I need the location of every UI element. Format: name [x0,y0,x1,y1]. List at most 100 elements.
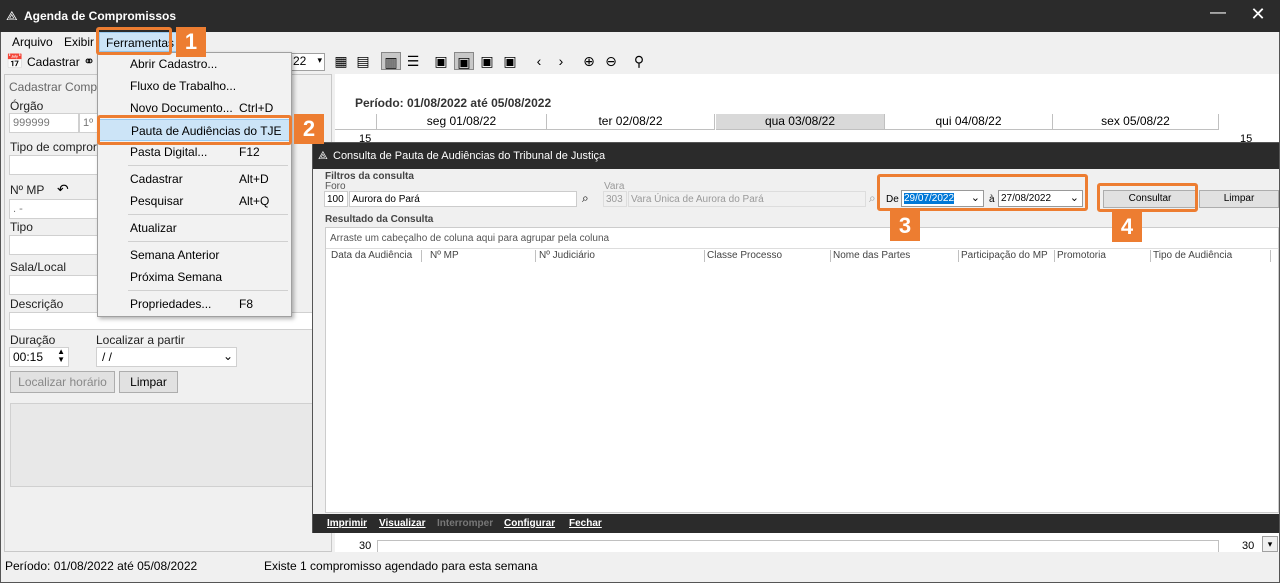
chevron-down-icon[interactable]: ⌄ [223,349,233,363]
menu-arquivo[interactable]: Arquivo [12,35,53,49]
zoom-in-icon[interactable]: ⊕ [579,52,599,70]
calendar-7-icon[interactable]: ▣ [477,52,497,70]
col-data-audiencia[interactable]: Data da Audiência [329,250,422,262]
menu-separator [128,214,288,215]
resultado-label: Resultado da Consulta [325,214,434,225]
filter-icon[interactable]: ⚲ [629,52,649,70]
highlight-box-4 [1097,183,1198,212]
app-logo-icon: ⟁ [6,8,18,23]
menu-item-label: Fluxo de Trabalho... [130,79,237,93]
duracao-label: Duração [10,333,56,347]
foro-search-icon[interactable]: ⌕ [582,191,589,206]
annotation-1: 1 [176,27,206,57]
undo-icon[interactable]: ↶ [57,181,69,198]
descricao-label: Descrição [10,297,64,311]
tipo-label: Tipo [10,220,33,234]
prev-icon[interactable]: ‹ [529,52,549,70]
menu-item-label: Propriedades... [130,297,212,311]
week-view-icon[interactable]: ▤ [353,52,373,70]
cadastrar-button[interactable]: Cadastrar [27,55,80,69]
minimize-icon[interactable]: — [1208,4,1228,22]
vara-name-field[interactable]: Vara Única de Aurora do Pará [628,191,866,207]
binoculars-icon[interactable]: ⚭ [79,52,99,70]
tipo-compromisso-field[interactable] [9,155,101,175]
menu-separator [128,241,288,242]
combo-arrow-icon: ▾ [317,55,322,65]
fechar-button[interactable]: Fechar [569,514,602,533]
annotation-2: 2 [294,114,324,144]
day-header-thu[interactable]: qui 04/08/22 [885,114,1053,130]
interromper-button[interactable]: Interromper [437,514,493,533]
next-icon[interactable]: › [551,52,571,70]
results-area [10,403,315,487]
col-promotoria[interactable]: Promotoria [1055,250,1151,262]
list-view-icon[interactable]: ☰ [403,52,423,70]
foro-code-field[interactable]: 100 [324,191,348,207]
localizar-date-value: / / [102,350,113,364]
col-n-mp[interactable]: Nº MP [428,250,536,262]
calendar-1-icon[interactable]: ▣ [431,52,451,70]
col-tipo-audiencia[interactable]: Tipo de Audiência [1151,250,1271,262]
day-header-fri[interactable]: sex 05/08/22 [1053,114,1219,130]
calendar-add-icon[interactable]: 📅 [5,52,25,70]
highlight-box-1 [96,27,172,55]
day-header-tue[interactable]: ter 02/08/22 [547,114,715,130]
vara-search-icon[interactable]: ⌕ [869,191,876,206]
menu-fluxo-trabalho[interactable]: Fluxo de Trabalho... [99,75,290,97]
configurar-button[interactable]: Configurar [504,514,555,533]
day-view-icon[interactable]: ▦ [331,52,351,70]
calendar-5-icon[interactable]: ▣ [454,52,474,70]
calendar-30-icon[interactable]: ▣ [500,52,520,70]
grid-divider [326,248,1278,249]
zoom-out-icon[interactable]: ⊖ [601,52,621,70]
localizar-horario-button[interactable]: Localizar horário [10,371,115,393]
foro-name-field[interactable]: Aurora do Pará [349,191,577,207]
col-nome-partes[interactable]: Nome das Partes [831,250,959,262]
window-title: Agenda de Compromissos [24,9,177,23]
imprimir-button[interactable]: Imprimir [327,514,367,533]
menu-propriedades[interactable]: Propriedades... F8 [99,293,290,315]
date-combo[interactable]: 22 ▾ [289,53,325,71]
results-grid: Arraste um cabeçalho de coluna aqui para… [325,227,1279,513]
day-header-wed[interactable]: qua 03/08/22 [716,114,885,130]
dialog-footer: Imprimir Visualizar Interromper Configur… [313,514,1279,533]
visualizar-button[interactable]: Visualizar [379,514,426,533]
dialog-limpar-button[interactable]: Limpar [1199,190,1279,208]
dialog-logo-icon: ⟁ [318,150,328,162]
menu-semana-anterior[interactable]: Semana Anterior [99,244,290,266]
calendar-slot-row[interactable] [377,540,1219,552]
annotation-3: 3 [890,211,920,241]
menu-item-label: Semana Anterior [130,248,220,262]
menu-pesquisar[interactable]: Pesquisar Alt+Q [99,190,290,212]
localizar-label: Localizar a partir [96,333,185,347]
status-message: Existe 1 compromisso agendado para esta … [264,559,538,573]
highlight-box-3 [877,174,1088,211]
close-icon[interactable]: ✕ [1248,4,1268,25]
col-n-judiciario[interactable]: Nº Judiciário [537,250,705,262]
sala-field[interactable] [9,275,101,295]
localizar-date-field[interactable]: / / ⌄ [96,347,237,367]
menu-item-label: Cadastrar [130,172,183,186]
menu-cadastrar[interactable]: Cadastrar Alt+D [99,168,290,190]
menu-item-label: Pesquisar [130,194,184,208]
orgao-code-field[interactable]: 999999 [9,113,79,133]
limpar-button[interactable]: Limpar [119,371,178,393]
menu-exibir[interactable]: Exibir [64,35,94,49]
col-classe-processo[interactable]: Classe Processo [705,250,831,262]
menu-item-shortcut: Alt+Q [239,194,270,208]
day-header-mon[interactable]: seg 01/08/22 [377,114,547,130]
n-mp-field[interactable]: . - [9,199,101,219]
duracao-field[interactable]: 00:15 ▲ ▼ [9,347,69,367]
spin-icon[interactable]: ▲ ▼ [57,348,65,364]
status-period: Período: 01/08/2022 até 05/08/2022 [5,559,198,573]
workweek-view-icon[interactable]: ▥ [381,52,401,70]
vara-code-field[interactable]: 303 [603,191,627,207]
menu-proxima-semana[interactable]: Próxima Semana [99,266,290,288]
col-participacao-mp[interactable]: Participação do MP [959,250,1055,262]
scroll-down-icon[interactable]: ▾ [1262,536,1278,552]
menu-atualizar[interactable]: Atualizar [99,217,290,239]
n-mp-label: Nº MP [10,183,45,197]
dialog-title-text: Consulta de Pauta de Audiências do Tribu… [333,150,606,162]
tipo-field[interactable] [9,235,101,255]
status-bar: Período: 01/08/2022 até 05/08/2022 Exist… [1,555,1279,577]
